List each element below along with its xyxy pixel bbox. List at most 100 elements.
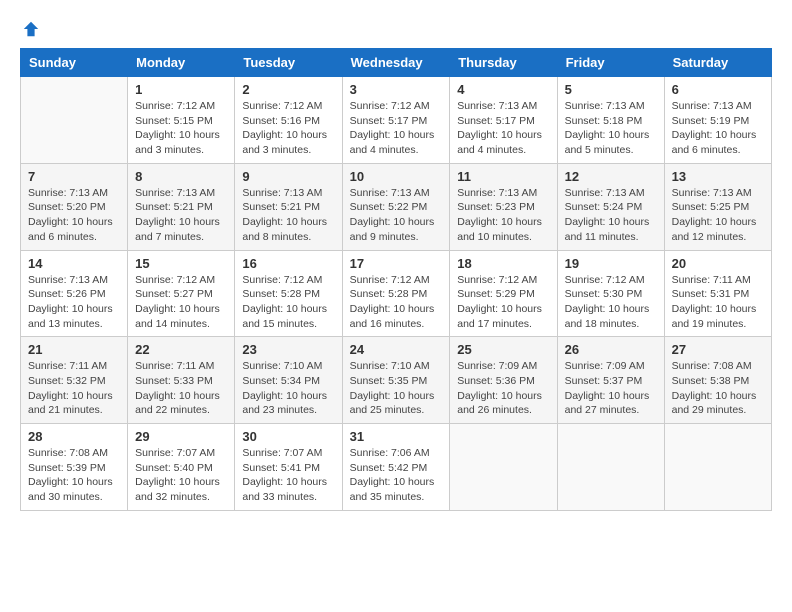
- day-number: 14: [28, 256, 120, 271]
- day-number: 6: [672, 82, 764, 97]
- day-number: 2: [242, 82, 334, 97]
- header-thursday: Thursday: [450, 49, 557, 77]
- day-info: Sunrise: 7:12 AM Sunset: 5:30 PM Dayligh…: [565, 273, 657, 332]
- day-info: Sunrise: 7:12 AM Sunset: 5:29 PM Dayligh…: [457, 273, 549, 332]
- calendar-cell: 12Sunrise: 7:13 AM Sunset: 5:24 PM Dayli…: [557, 163, 664, 250]
- calendar-week-row: 1 Sunrise: 7:12 AM Sunset: 5:15 PM Daylig…: [21, 77, 772, 164]
- calendar-cell: 6 Sunrise: 7:13 AM Sunset: 5:19 PM Daylig…: [664, 77, 771, 164]
- logo-icon: [22, 20, 40, 38]
- day-number: 17: [350, 256, 443, 271]
- day-info: Sunrise: 7:11 AM Sunset: 5:33 PM Dayligh…: [135, 359, 227, 418]
- calendar-cell: 25 Sunrise: 7:09 AM Sunset: 5:36 PM Dayli…: [450, 337, 557, 424]
- day-info: Sunrise: 7:06 AM Sunset: 5:42 PM Dayligh…: [350, 446, 443, 505]
- calendar-cell: 14 Sunrise: 7:13 AM Sunset: 5:26 PM Dayli…: [21, 250, 128, 337]
- day-info: Sunrise: 7:11 AM Sunset: 5:31 PM Dayligh…: [672, 273, 764, 332]
- calendar-cell: 31 Sunrise: 7:06 AM Sunset: 5:42 PM Dayli…: [342, 424, 450, 511]
- day-number: 23: [242, 342, 334, 357]
- calendar-cell: 17 Sunrise: 7:12 AM Sunset: 5:28 PM Dayli…: [342, 250, 450, 337]
- calendar-cell: [450, 424, 557, 511]
- day-info: Sunrise: 7:12 AM Sunset: 5:17 PM Dayligh…: [350, 99, 443, 158]
- day-number: 1: [135, 82, 227, 97]
- day-info: Sunrise: 7:11 AM Sunset: 5:32 PM Dayligh…: [28, 359, 120, 418]
- calendar-cell: 16Sunrise: 7:12 AM Sunset: 5:28 PM Dayli…: [235, 250, 342, 337]
- calendar-cell: 10 Sunrise: 7:13 AM Sunset: 5:22 PM Dayli…: [342, 163, 450, 250]
- day-number: 19: [565, 256, 657, 271]
- calendar-cell: [664, 424, 771, 511]
- day-number: 27: [672, 342, 764, 357]
- calendar-cell: 15Sunrise: 7:12 AM Sunset: 5:27 PM Dayli…: [128, 250, 235, 337]
- day-info: Sunrise: 7:07 AM Sunset: 5:41 PM Dayligh…: [242, 446, 334, 505]
- day-number: 11: [457, 169, 549, 184]
- day-number: 5: [565, 82, 657, 97]
- calendar-cell: 28 Sunrise: 7:08 AM Sunset: 5:39 PM Dayli…: [21, 424, 128, 511]
- day-number: 4: [457, 82, 549, 97]
- day-info: Sunrise: 7:13 AM Sunset: 5:22 PM Dayligh…: [350, 186, 443, 245]
- calendar-cell: 29Sunrise: 7:07 AM Sunset: 5:40 PM Dayli…: [128, 424, 235, 511]
- day-info: Sunrise: 7:12 AM Sunset: 5:28 PM Dayligh…: [350, 273, 443, 332]
- calendar-header-row: SundayMondayTuesdayWednesdayThursdayFrid…: [21, 49, 772, 77]
- calendar-cell: 4 Sunrise: 7:13 AM Sunset: 5:17 PM Daylig…: [450, 77, 557, 164]
- calendar-table: SundayMondayTuesdayWednesdayThursdayFrid…: [20, 48, 772, 511]
- header-sunday: Sunday: [21, 49, 128, 77]
- logo: [20, 20, 40, 38]
- calendar-week-row: 21 Sunrise: 7:11 AM Sunset: 5:32 PM Dayli…: [21, 337, 772, 424]
- calendar-cell: 27 Sunrise: 7:08 AM Sunset: 5:38 PM Dayli…: [664, 337, 771, 424]
- day-info: Sunrise: 7:13 AM Sunset: 5:21 PM Dayligh…: [242, 186, 334, 245]
- calendar-cell: 26 Sunrise: 7:09 AM Sunset: 5:37 PM Dayli…: [557, 337, 664, 424]
- day-info: Sunrise: 7:08 AM Sunset: 5:39 PM Dayligh…: [28, 446, 120, 505]
- calendar-cell: 13Sunrise: 7:13 AM Sunset: 5:25 PM Dayli…: [664, 163, 771, 250]
- day-info: Sunrise: 7:13 AM Sunset: 5:21 PM Dayligh…: [135, 186, 227, 245]
- calendar-cell: [21, 77, 128, 164]
- calendar-week-row: 28 Sunrise: 7:08 AM Sunset: 5:39 PM Dayli…: [21, 424, 772, 511]
- calendar-cell: 19 Sunrise: 7:12 AM Sunset: 5:30 PM Dayli…: [557, 250, 664, 337]
- day-number: 15: [135, 256, 227, 271]
- calendar-cell: 8 Sunrise: 7:13 AM Sunset: 5:21 PM Daylig…: [128, 163, 235, 250]
- calendar-cell: 18Sunrise: 7:12 AM Sunset: 5:29 PM Dayli…: [450, 250, 557, 337]
- calendar-week-row: 7 Sunrise: 7:13 AM Sunset: 5:20 PM Daylig…: [21, 163, 772, 250]
- calendar-cell: 3 Sunrise: 7:12 AM Sunset: 5:17 PM Daylig…: [342, 77, 450, 164]
- day-number: 24: [350, 342, 443, 357]
- header-friday: Friday: [557, 49, 664, 77]
- day-number: 30: [242, 429, 334, 444]
- calendar-cell: 2 Sunrise: 7:12 AM Sunset: 5:16 PM Daylig…: [235, 77, 342, 164]
- day-info: Sunrise: 7:07 AM Sunset: 5:40 PM Dayligh…: [135, 446, 227, 505]
- day-number: 20: [672, 256, 764, 271]
- day-number: 25: [457, 342, 549, 357]
- day-number: 3: [350, 82, 443, 97]
- day-info: Sunrise: 7:13 AM Sunset: 5:20 PM Dayligh…: [28, 186, 120, 245]
- day-number: 7: [28, 169, 120, 184]
- day-info: Sunrise: 7:09 AM Sunset: 5:36 PM Dayligh…: [457, 359, 549, 418]
- calendar-cell: 20 Sunrise: 7:11 AM Sunset: 5:31 PM Dayli…: [664, 250, 771, 337]
- day-info: Sunrise: 7:10 AM Sunset: 5:35 PM Dayligh…: [350, 359, 443, 418]
- day-info: Sunrise: 7:12 AM Sunset: 5:16 PM Dayligh…: [242, 99, 334, 158]
- day-number: 31: [350, 429, 443, 444]
- header-monday: Monday: [128, 49, 235, 77]
- day-info: Sunrise: 7:08 AM Sunset: 5:38 PM Dayligh…: [672, 359, 764, 418]
- header-saturday: Saturday: [664, 49, 771, 77]
- calendar-cell: 30 Sunrise: 7:07 AM Sunset: 5:41 PM Dayli…: [235, 424, 342, 511]
- day-info: Sunrise: 7:10 AM Sunset: 5:34 PM Dayligh…: [242, 359, 334, 418]
- calendar-cell: 24 Sunrise: 7:10 AM Sunset: 5:35 PM Dayli…: [342, 337, 450, 424]
- calendar-cell: 9 Sunrise: 7:13 AM Sunset: 5:21 PM Daylig…: [235, 163, 342, 250]
- day-number: 28: [28, 429, 120, 444]
- day-number: 9: [242, 169, 334, 184]
- day-info: Sunrise: 7:09 AM Sunset: 5:37 PM Dayligh…: [565, 359, 657, 418]
- calendar-cell: [557, 424, 664, 511]
- page-header: [20, 20, 772, 38]
- day-number: 26: [565, 342, 657, 357]
- day-info: Sunrise: 7:12 AM Sunset: 5:15 PM Dayligh…: [135, 99, 227, 158]
- day-info: Sunrise: 7:13 AM Sunset: 5:17 PM Dayligh…: [457, 99, 549, 158]
- calendar-cell: 21 Sunrise: 7:11 AM Sunset: 5:32 PM Dayli…: [21, 337, 128, 424]
- day-info: Sunrise: 7:13 AM Sunset: 5:26 PM Dayligh…: [28, 273, 120, 332]
- calendar-week-row: 14 Sunrise: 7:13 AM Sunset: 5:26 PM Dayli…: [21, 250, 772, 337]
- header-wednesday: Wednesday: [342, 49, 450, 77]
- calendar-cell: 22Sunrise: 7:11 AM Sunset: 5:33 PM Dayli…: [128, 337, 235, 424]
- day-number: 21: [28, 342, 120, 357]
- calendar-cell: 1 Sunrise: 7:12 AM Sunset: 5:15 PM Daylig…: [128, 77, 235, 164]
- day-number: 8: [135, 169, 227, 184]
- day-number: 10: [350, 169, 443, 184]
- day-info: Sunrise: 7:13 AM Sunset: 5:19 PM Dayligh…: [672, 99, 764, 158]
- header-tuesday: Tuesday: [235, 49, 342, 77]
- calendar-cell: 5Sunrise: 7:13 AM Sunset: 5:18 PM Daylig…: [557, 77, 664, 164]
- day-number: 16: [242, 256, 334, 271]
